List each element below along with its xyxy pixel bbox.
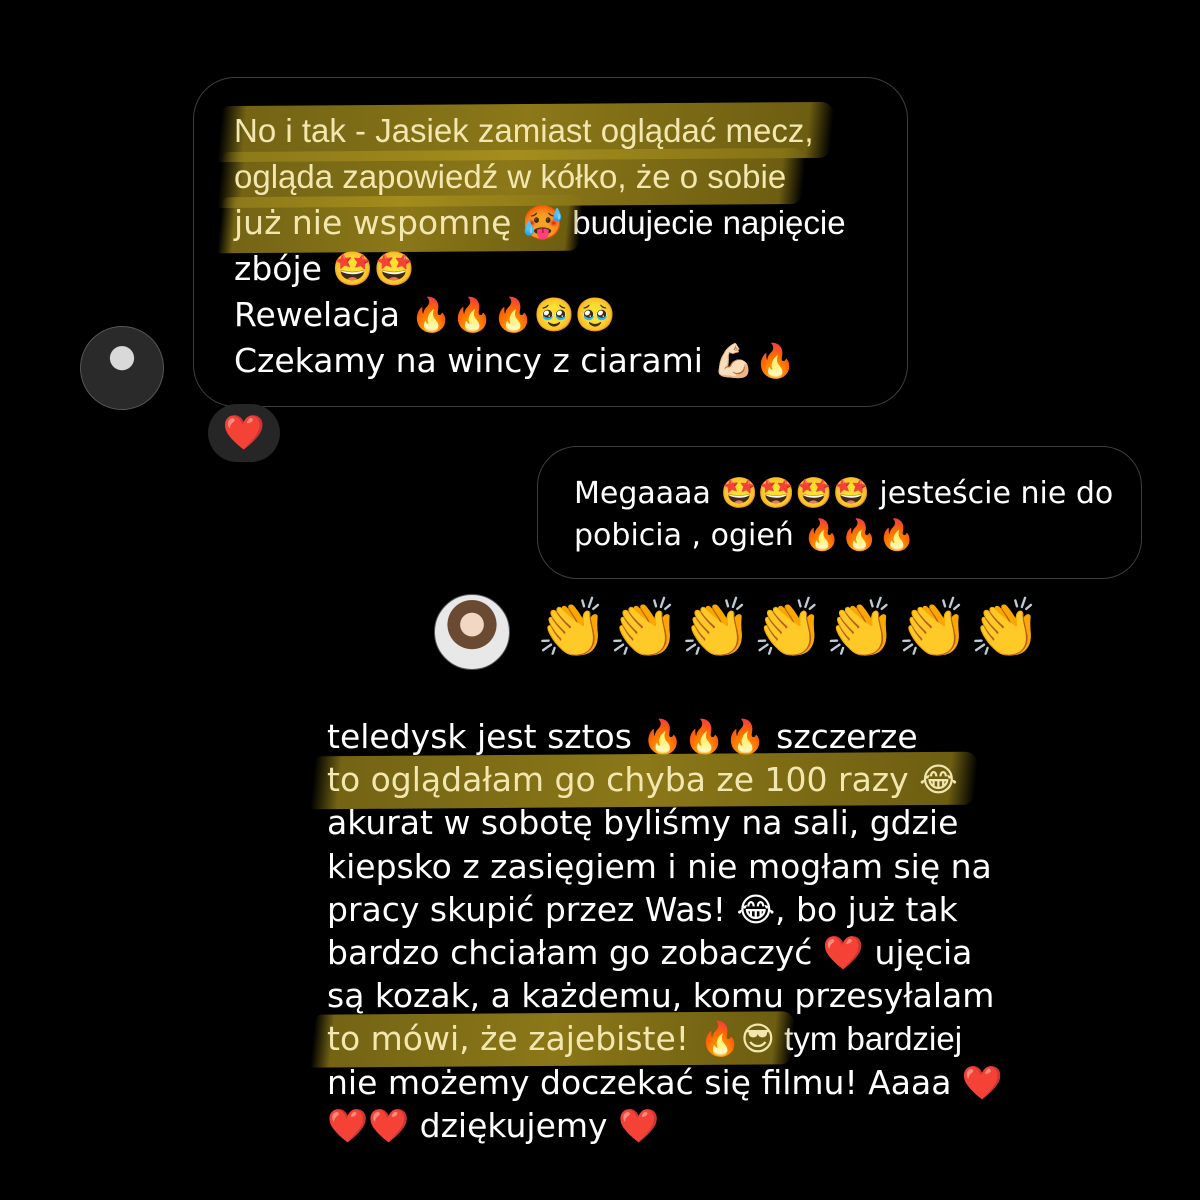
- message-line: Czekamy na wincy z ciarami 💪🏻🔥: [234, 341, 796, 380]
- message-line: są kozak, a każdemu, komu przesyłalam: [327, 976, 995, 1016]
- message-text-1: No i tak - Jasiek zamiast oglądać mecz, …: [234, 108, 846, 384]
- message-line: No i tak - Jasiek zamiast oglądać mecz,: [234, 112, 814, 149]
- message-line: Megaaaa 🤩🤩🤩🤩 jesteście nie do: [574, 476, 1114, 511]
- message-line: zbóje 🤩🤩: [234, 249, 415, 288]
- message-line: kiepsko z zasięgiem i nie mogłam się na: [327, 846, 992, 886]
- heart-icon: ❤️: [222, 413, 266, 453]
- message-line: ogląda zapowiedź w kółko, że o sobie: [234, 158, 787, 195]
- message-line: akurat w sobotę byliśmy na sali, gdzie: [327, 803, 959, 843]
- message-line: Rewelacja 🔥🔥🔥🥹🥹: [234, 295, 616, 334]
- heart-reaction-badge[interactable]: ❤️: [208, 404, 280, 462]
- message-line: to oglądałam go chyba ze 100 razy 😂: [327, 760, 958, 800]
- sender-avatar-2[interactable]: [434, 594, 510, 670]
- message-line: ❤️❤️ dziękujemy ❤️: [327, 1105, 660, 1145]
- message-line: budujecie napięcie: [563, 204, 846, 241]
- message-line: pracy skupić przez Was! 😂, bo już tak: [327, 889, 958, 929]
- message-line: nie możemy doczekać się filmu! Aaaa ❤️: [327, 1062, 1004, 1102]
- message-line: bardzo chciałam go zobaczyć ❤️ ujęcia: [327, 933, 973, 973]
- message-line: tym bardziej: [774, 1020, 963, 1058]
- message-line: już nie wspomnę 🥵: [234, 203, 564, 242]
- message-text-2: Megaaaa 🤩🤩🤩🤩 jesteście nie do pobicia , …: [574, 473, 1113, 557]
- message-line: to mówi, że zajebiste! 🔥😎: [327, 1019, 775, 1059]
- message-bubble-2: Megaaaa 🤩🤩🤩🤩 jesteście nie do pobicia , …: [537, 446, 1142, 579]
- message-bubble-1: No i tak - Jasiek zamiast oglądać mecz, …: [193, 77, 908, 407]
- sender-avatar-1[interactable]: [80, 326, 164, 410]
- message-line: pobicia , ogień 🔥🔥🔥: [574, 518, 916, 553]
- message-text-4: teledysk jest sztos 🔥🔥🔥 szczerze to oglą…: [327, 715, 1003, 1147]
- clapping-message: 👏👏👏👏👏👏👏: [536, 594, 1042, 662]
